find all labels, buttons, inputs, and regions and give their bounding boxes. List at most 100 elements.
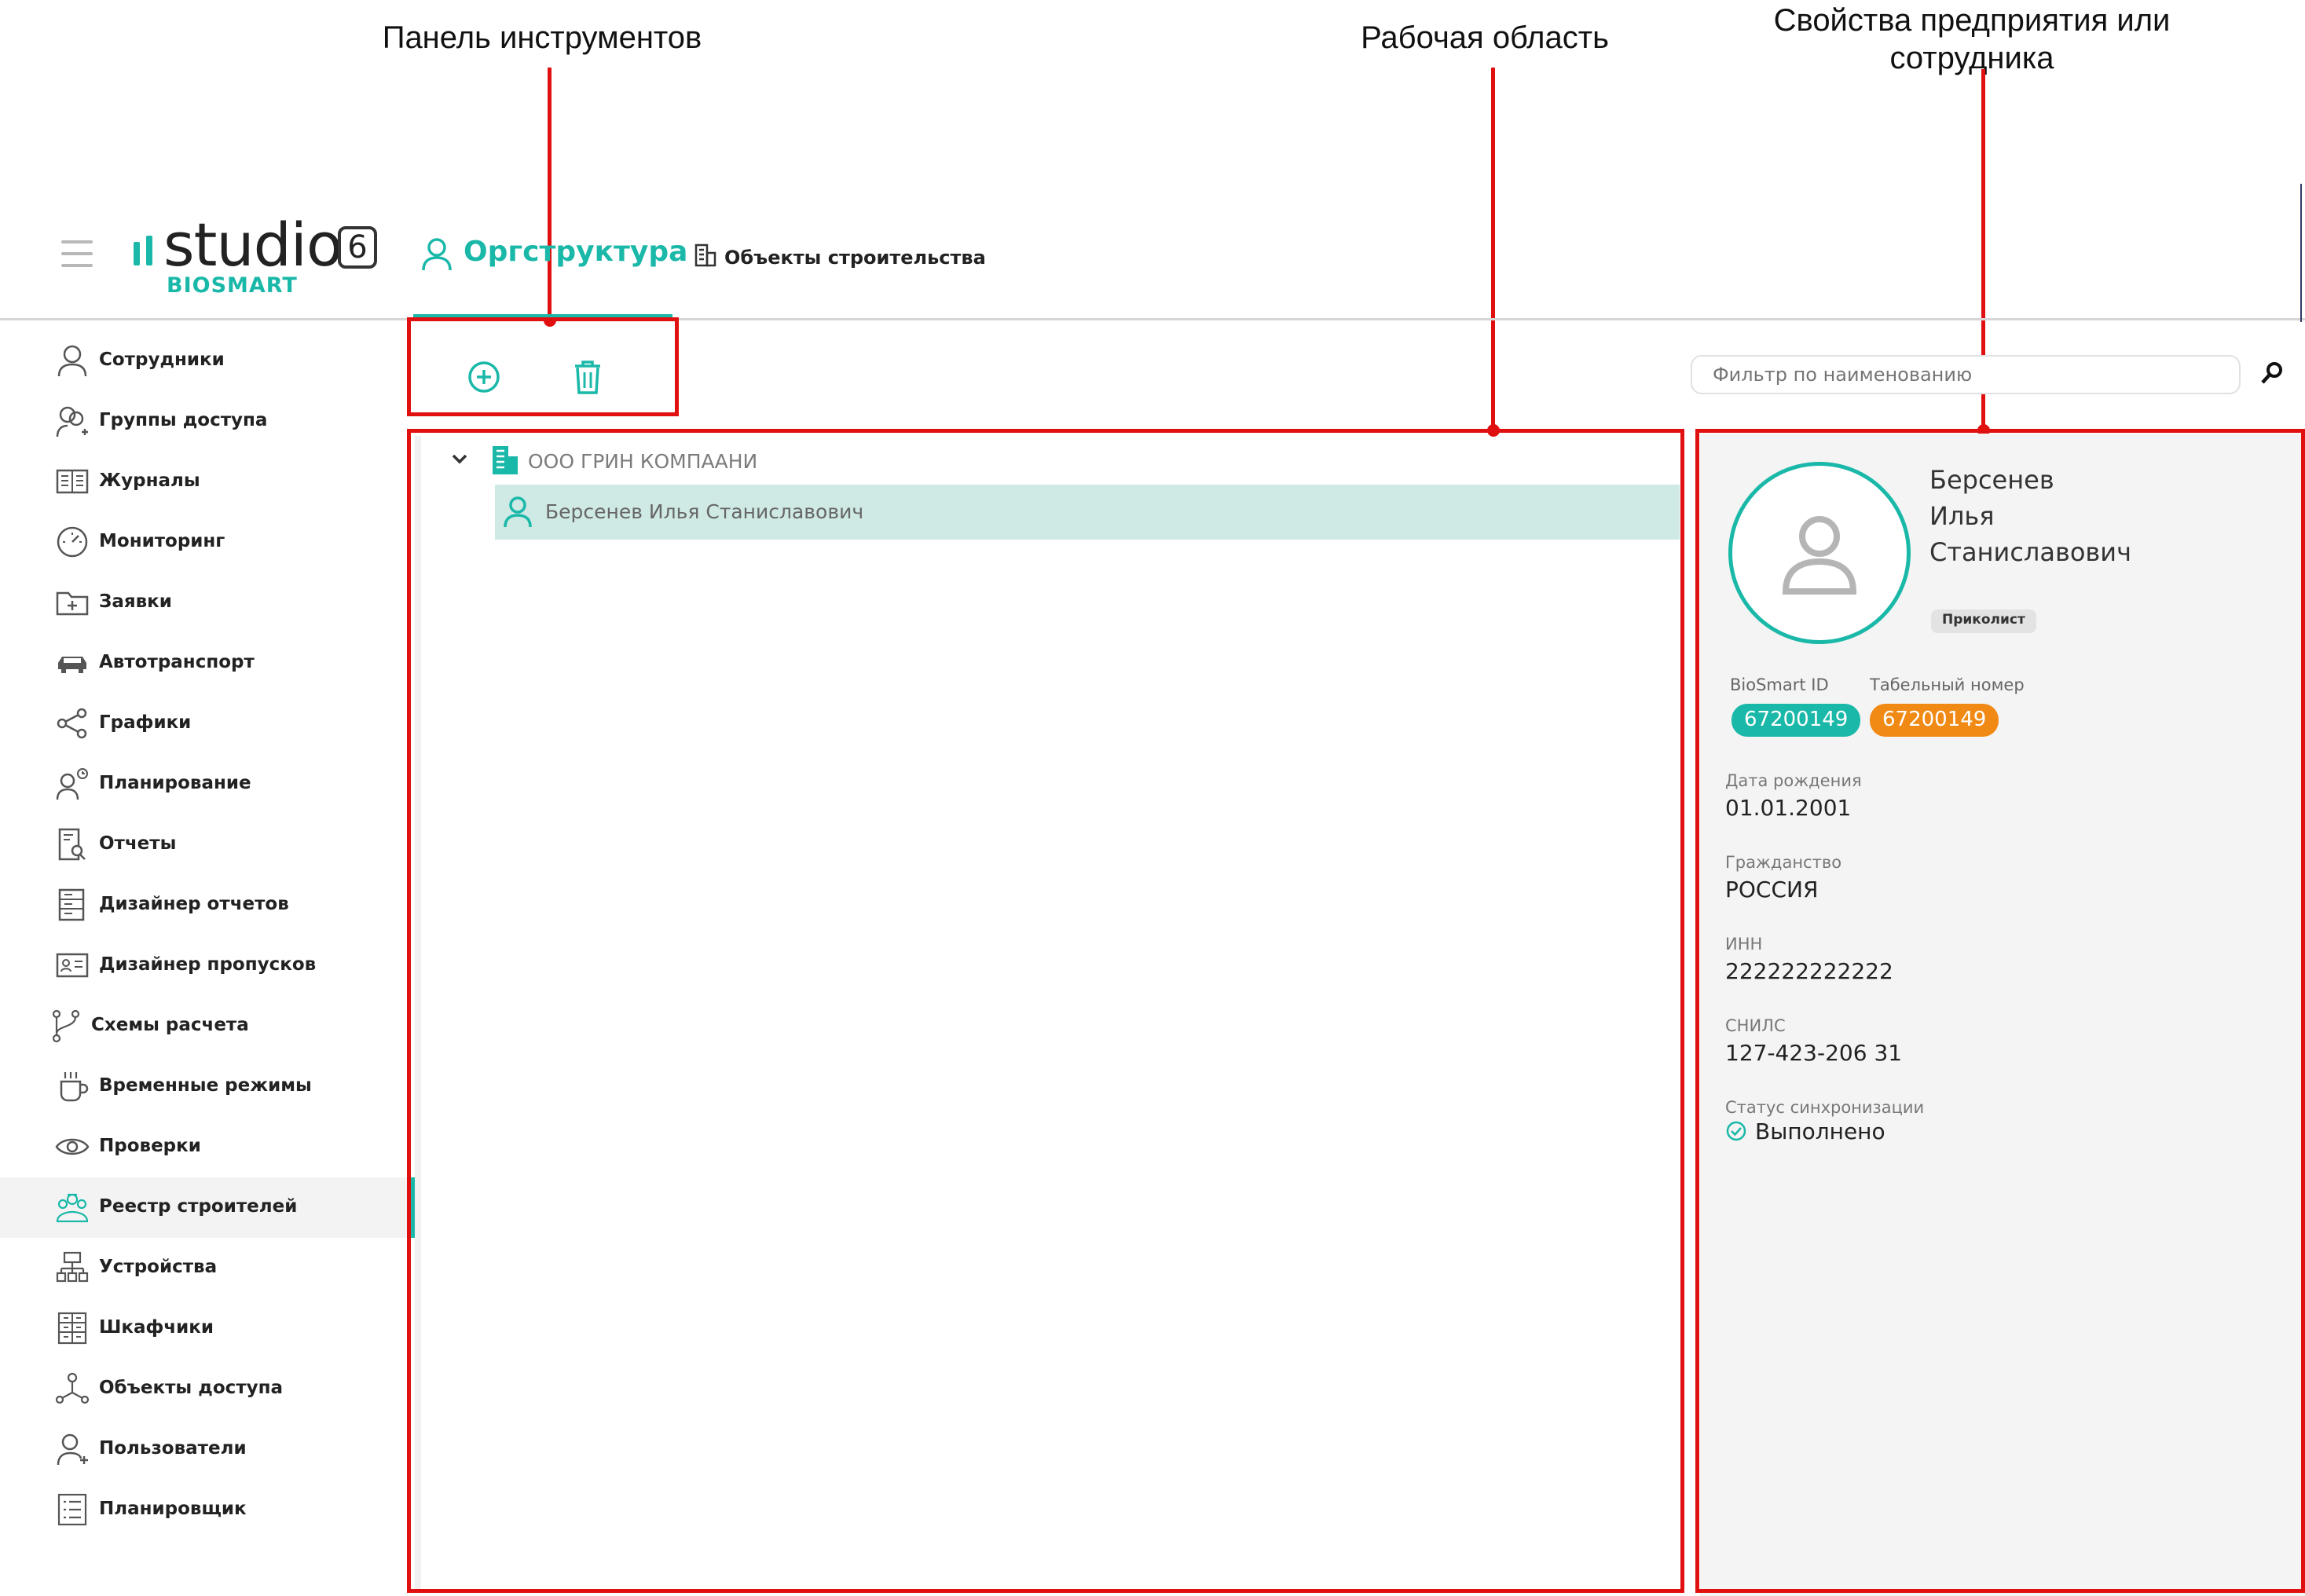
filter-input[interactable] bbox=[1691, 355, 2241, 394]
sidebar-item-label: Графики bbox=[99, 712, 192, 733]
building-icon bbox=[694, 243, 716, 267]
inn-label: ИНН bbox=[1725, 935, 1763, 954]
studio-logo: studio 6 BIOSMART bbox=[132, 210, 391, 303]
inn-value: 222222222222 bbox=[1725, 958, 1893, 984]
person-patronymic: Станиславович bbox=[1929, 537, 2131, 567]
add-circle-icon[interactable] bbox=[464, 357, 504, 397]
chevron-down-icon[interactable] bbox=[451, 453, 468, 464]
sidebar-item-devices[interactable]: Устройства bbox=[0, 1238, 415, 1298]
tab-orgstructure[interactable]: Оргструктура bbox=[413, 189, 687, 320]
sidebar-item-label: Пользователи bbox=[99, 1438, 247, 1459]
citizenship-value: РОССИЯ bbox=[1725, 877, 1819, 902]
sidebar-item-label: Объекты доступа bbox=[99, 1378, 283, 1398]
window-edge bbox=[2300, 184, 2302, 322]
sidebar-item-planning[interactable]: Планирование bbox=[0, 754, 415, 814]
sidebar-item-label: Схемы расчета bbox=[91, 1015, 249, 1035]
report-search-icon bbox=[58, 828, 86, 861]
logo-word: studio bbox=[163, 210, 343, 280]
sidebar-item-label: Временные режимы bbox=[99, 1075, 312, 1096]
nodes-icon bbox=[55, 1372, 90, 1404]
sidebar-item-requests[interactable]: Заявки bbox=[0, 573, 415, 633]
sidebar-item-checks[interactable]: Проверки bbox=[0, 1117, 415, 1177]
building-icon bbox=[493, 446, 518, 474]
sidebar-item-label: Планировщик bbox=[99, 1499, 247, 1519]
annotation-toolbar: Панель инструментов bbox=[382, 20, 702, 55]
sidebar-item-label: Группы доступа bbox=[99, 410, 268, 430]
sidebar-item-scheduler[interactable]: Планировщик bbox=[0, 1480, 415, 1540]
sidebar-item-lockers[interactable]: Шкафчики bbox=[0, 1298, 415, 1359]
sidebar-item-journals[interactable]: Журналы bbox=[0, 452, 415, 512]
biosmart-id-badge: 67200149 bbox=[1731, 704, 1861, 737]
citizenship-label: Гражданство bbox=[1725, 853, 1842, 872]
sidebar-item-charts[interactable]: Графики bbox=[0, 694, 415, 754]
sidebar-item-pass-designer[interactable]: Дизайнер пропусков bbox=[0, 935, 415, 996]
person-icon bbox=[504, 496, 532, 528]
id-card-icon bbox=[56, 953, 89, 978]
tab-orgstructure-label: Оргструктура bbox=[464, 236, 688, 268]
tab-construction-objects-label: Объекты строительства bbox=[724, 247, 986, 269]
sidebar-item-label: Дизайнер пропусков bbox=[99, 954, 317, 975]
gauge-icon bbox=[57, 526, 88, 558]
sidebar-item-report-designer[interactable]: Дизайнер отчетов bbox=[0, 875, 415, 935]
person-surname: Берсенев bbox=[1929, 465, 2054, 495]
menu-icon[interactable] bbox=[61, 240, 93, 267]
car-icon bbox=[58, 657, 86, 673]
sidebar-item-label: Проверки bbox=[99, 1136, 201, 1156]
person-name: Берсенев Илья Станиславович bbox=[1929, 462, 2131, 570]
role-badge: Приколист bbox=[1931, 609, 2036, 633]
sidebar-item-vehicles[interactable]: Автотранспорт bbox=[0, 633, 415, 694]
avatar bbox=[1728, 462, 1911, 644]
sidebar-item-label: Реестр строителей bbox=[99, 1196, 298, 1217]
logo-version: 6 bbox=[338, 226, 377, 269]
sidebar-item-users[interactable]: Пользователи bbox=[0, 1419, 415, 1480]
cup-icon bbox=[60, 1072, 89, 1102]
person-icon bbox=[57, 345, 87, 377]
tab-number-label: Табельный номер bbox=[1870, 675, 2025, 694]
annotation-properties-line2: сотрудника bbox=[1889, 41, 2054, 75]
person-clock-icon bbox=[56, 768, 88, 800]
snils-label: СНИЛС bbox=[1725, 1016, 1786, 1035]
annotation-dot-workarea bbox=[1487, 424, 1500, 437]
properties-panel: Берсенев Илья Станиславович Приколист Bi… bbox=[1700, 434, 2305, 1596]
list-icon bbox=[57, 1493, 87, 1526]
sidebar-item-label: Дизайнер отчетов bbox=[99, 894, 289, 914]
logo-subtitle: BIOSMART bbox=[167, 273, 298, 298]
sidebar-item-time-modes[interactable]: Временные режимы bbox=[0, 1056, 415, 1117]
branch-icon bbox=[52, 1009, 80, 1043]
trash-icon[interactable] bbox=[567, 357, 608, 397]
sidebar-item-monitoring[interactable]: Мониторинг bbox=[0, 512, 415, 573]
sync-status-value: Выполнено bbox=[1755, 1118, 1885, 1144]
sidebar-item-calc-schemes[interactable]: Схемы расчета bbox=[0, 996, 415, 1056]
sidebar-item-access-groups[interactable]: Группы доступа bbox=[0, 391, 415, 452]
annotation-properties: Свойства предприятия или сотрудника bbox=[1728, 2, 2215, 77]
eye-icon bbox=[55, 1138, 90, 1155]
folder-plus-icon bbox=[56, 591, 89, 616]
sidebar-item-label: Мониторинг bbox=[99, 531, 225, 551]
snils-value: 127-423-206 31 bbox=[1725, 1040, 1903, 1066]
sidebar-item-employees[interactable]: Сотрудники bbox=[0, 331, 415, 391]
sidebar-item-builders-registry[interactable]: Реестр строителей bbox=[0, 1177, 415, 1238]
sidebar-item-reports[interactable]: Отчеты bbox=[0, 814, 415, 875]
tree-node-employee[interactable]: Берсенев Илья Станиславович bbox=[495, 485, 1680, 540]
sidebar-item-label: Заявки bbox=[99, 591, 172, 612]
tree-node-employee-label: Берсенев Илья Станиславович bbox=[545, 500, 864, 523]
person-first-name: Илья bbox=[1929, 501, 1995, 531]
annotation-workarea: Рабочая область bbox=[1361, 20, 1609, 55]
person-icon bbox=[422, 238, 452, 271]
biosmart-id-label: BioSmart ID bbox=[1730, 675, 1829, 694]
tree-node-company-label: ООО ГРИН КОМПААНИ bbox=[528, 450, 758, 473]
share-icon bbox=[57, 708, 87, 739]
sidebar-item-access-objects[interactable]: Объекты доступа bbox=[0, 1359, 415, 1419]
sidebar-item-label: Сотрудники bbox=[99, 350, 225, 370]
birth-date-value: 01.01.2001 bbox=[1725, 795, 1852, 821]
work-area: ООО ГРИН КОМПААНИ Берсенев Илья Станисла… bbox=[415, 436, 1680, 1591]
annotation-properties-line1: Свойства предприятия или bbox=[1773, 3, 2171, 38]
builders-icon bbox=[56, 1193, 89, 1223]
book-icon bbox=[56, 469, 89, 494]
sidebar-item-label: Устройства bbox=[99, 1257, 218, 1277]
search-icon[interactable] bbox=[2256, 358, 2288, 390]
sync-status-label: Статус синхронизации bbox=[1725, 1098, 1925, 1117]
check-circle-icon bbox=[1726, 1121, 1746, 1141]
annotation-frame-toolbar bbox=[407, 317, 679, 416]
devices-icon bbox=[56, 1251, 89, 1283]
